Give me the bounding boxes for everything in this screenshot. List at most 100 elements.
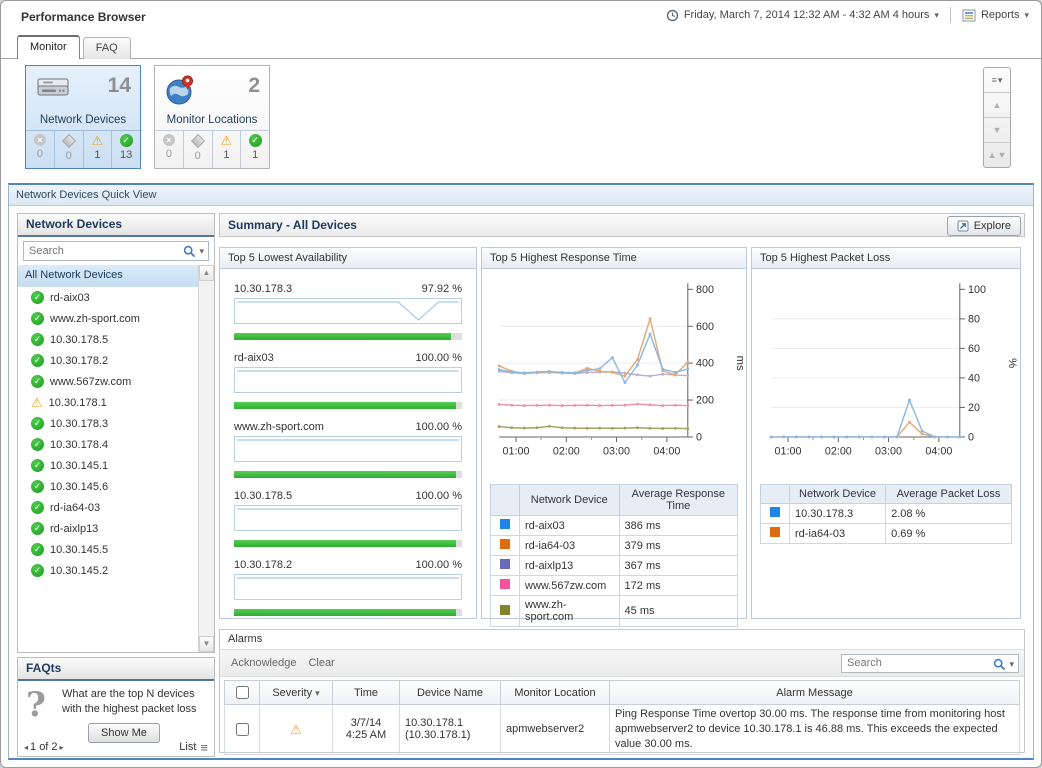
- search-options-caret[interactable]: ▾: [199, 246, 204, 257]
- sidebar-device-item[interactable]: 10.30.178.1: [18, 392, 199, 413]
- sidebar-device-item[interactable]: 10.30.145.2: [18, 560, 199, 581]
- column-time[interactable]: Time: [333, 681, 400, 705]
- chevron-down-icon: ▾: [1024, 10, 1029, 21]
- fatal-icon: [163, 134, 175, 146]
- sidebar-scrollbar[interactable]: ▲ ▼: [198, 265, 214, 652]
- tile-order-button[interactable]: ▲▼: [984, 142, 1010, 167]
- table-row: rd-ia64-03 0.69 %: [761, 524, 1012, 544]
- sidebar-device-item[interactable]: 10.30.145.1: [18, 455, 199, 476]
- availability-entry: 10.30.178.2 100.00 %: [234, 559, 462, 616]
- network-device-icon: [34, 73, 74, 103]
- tile-status-strip: 0 0 1 1: [155, 130, 269, 168]
- availability-device-name: 10.30.178.5: [234, 490, 292, 502]
- device-search-input[interactable]: [23, 241, 209, 261]
- device-name-cell: 10.30.178.3: [790, 504, 886, 524]
- tile-label: Monitor Locations: [155, 114, 269, 126]
- alarm-message: Ping Response Time overtop 30.00 ms. The…: [610, 705, 1020, 755]
- acknowledge-button[interactable]: Acknowledge: [231, 657, 296, 669]
- packet-loss-panel: Top 5 Highest Packet Loss 02040608010001…: [751, 247, 1021, 619]
- status-unknown: 0: [54, 131, 83, 168]
- column-monitor-location[interactable]: Monitor Location: [501, 681, 610, 705]
- search-options-caret[interactable]: ▾: [1009, 659, 1014, 670]
- tile-move-up-button[interactable]: ▲: [984, 92, 1010, 117]
- select-all-checkbox[interactable]: [236, 686, 249, 699]
- column-network-device: Network Device: [520, 485, 620, 516]
- faq-pager[interactable]: ◂ 1 of 2 ▸: [24, 741, 64, 753]
- device-name: 10.30.178.4: [50, 439, 108, 451]
- device-name: 10.30.178.2: [50, 355, 108, 367]
- sidebar-device-item[interactable]: rd-aixlp13: [18, 518, 199, 539]
- lowest-availability-panel: Top 5 Lowest Availability 10.30.178.3 97…: [219, 247, 477, 619]
- sidebar-device-item[interactable]: 10.30.178.3: [18, 413, 199, 434]
- pager-next-icon[interactable]: ▸: [60, 743, 64, 752]
- alarms-search-input[interactable]: [841, 654, 1019, 673]
- availability-entry: 10.30.178.5 100.00 %: [234, 490, 462, 547]
- device-name: 10.30.145.5: [50, 544, 108, 556]
- warning-icon: [92, 134, 104, 147]
- check-icon: [249, 134, 262, 147]
- tile-move-down-button[interactable]: ▼: [984, 117, 1010, 142]
- legend-color-column: [761, 485, 790, 504]
- column-device-name[interactable]: Device Name: [400, 681, 501, 705]
- status-warning: 1: [83, 131, 112, 168]
- time-range-selector[interactable]: Friday, March 7, 2014 12:32 AM - 4:32 AM…: [666, 9, 939, 22]
- response-time-chart: 020040060080001:0002:0003:0004:00ms: [484, 275, 744, 480]
- sidebar-device-item[interactable]: www.567zw.com: [18, 371, 199, 392]
- svg-text:400: 400: [696, 358, 714, 370]
- svg-text:01:00: 01:00: [503, 445, 530, 457]
- sidebar-item-all-network-devices[interactable]: All Network Devices: [18, 265, 199, 287]
- value-cell: 45 ms: [619, 596, 737, 627]
- reports-menu[interactable]: Reports ▾: [962, 9, 1029, 22]
- tab-monitor[interactable]: Monitor: [17, 35, 80, 59]
- tile-monitor-locations[interactable]: 2 Monitor Locations 0 0 1 1: [154, 65, 270, 169]
- availability-list: 10.30.178.3 97.92 % rd-aix03: [220, 269, 476, 616]
- search-icon[interactable]: [993, 658, 1006, 671]
- value-cell: 367 ms: [619, 556, 737, 576]
- scroll-down-arrow[interactable]: ▼: [199, 636, 214, 652]
- reports-label: Reports: [981, 9, 1020, 21]
- clock-icon: [666, 9, 679, 22]
- panel-title: Top 5 Highest Response Time: [482, 248, 746, 269]
- column-severity[interactable]: Severity ▾: [260, 681, 333, 705]
- tile-sort-menu-button[interactable]: ≡▾: [984, 68, 1010, 92]
- sidebar-device-item[interactable]: rd-ia64-03: [18, 497, 199, 518]
- search-icon[interactable]: [183, 245, 196, 258]
- pager-label: 1 of 2: [30, 741, 58, 753]
- faq-question: What are the top N devices with the high…: [62, 687, 208, 718]
- chevron-down-icon: ▾: [998, 75, 1003, 86]
- device-name: www.567zw.com: [50, 376, 131, 388]
- device-name: 10.30.178.5: [50, 334, 108, 346]
- availability-bar-track: [234, 402, 462, 409]
- availability-device-name: 10.30.178.2: [234, 559, 292, 571]
- svg-text:02:00: 02:00: [825, 445, 852, 457]
- tile-network-devices[interactable]: 14 Network Devices 0 0 1 13: [25, 65, 141, 169]
- alarm-row-checkbox[interactable]: [236, 723, 249, 736]
- fatal-icon: [34, 134, 46, 146]
- series-color-swatch: [770, 507, 780, 517]
- device-name-cell: www.567zw.com: [520, 576, 620, 596]
- sidebar-device-item[interactable]: 10.30.145.6: [18, 476, 199, 497]
- tile-label: Network Devices: [26, 114, 140, 126]
- availability-bar: [234, 609, 456, 616]
- sidebar-device-item[interactable]: www.zh-sport.com: [18, 308, 199, 329]
- sidebar-device-item[interactable]: 10.30.178.2: [18, 350, 199, 371]
- device-name-cell: www.zh-sport.com: [520, 596, 620, 627]
- clear-button[interactable]: Clear: [308, 657, 334, 669]
- sidebar-device-item[interactable]: rd-aix03: [18, 287, 199, 308]
- tab-faq[interactable]: FAQ: [83, 37, 131, 59]
- explore-button[interactable]: Explore: [947, 216, 1021, 236]
- sidebar-device-item[interactable]: 10.30.178.4: [18, 434, 199, 455]
- sidebar-device-item[interactable]: 10.30.145.5: [18, 539, 199, 560]
- performance-browser-window: Performance Browser Friday, March 7, 201…: [0, 0, 1042, 768]
- column-alarm-message[interactable]: Alarm Message: [610, 681, 1020, 705]
- series-color-swatch: [500, 579, 510, 589]
- unknown-icon: [62, 134, 76, 148]
- device-sidebar: Network Devices ▾ All Network Devices: [17, 213, 215, 653]
- scroll-up-arrow[interactable]: ▲: [199, 265, 214, 281]
- sidebar-device-item[interactable]: 10.30.178.5: [18, 329, 199, 350]
- faq-list-button[interactable]: List ≡: [179, 740, 208, 755]
- tile-count: 2: [248, 74, 260, 98]
- pager-prev-icon[interactable]: ◂: [24, 743, 28, 752]
- device-status-icon: [31, 375, 44, 388]
- packet-loss-chart: 02040608010001:0002:0003:0004:00%: [754, 275, 1018, 480]
